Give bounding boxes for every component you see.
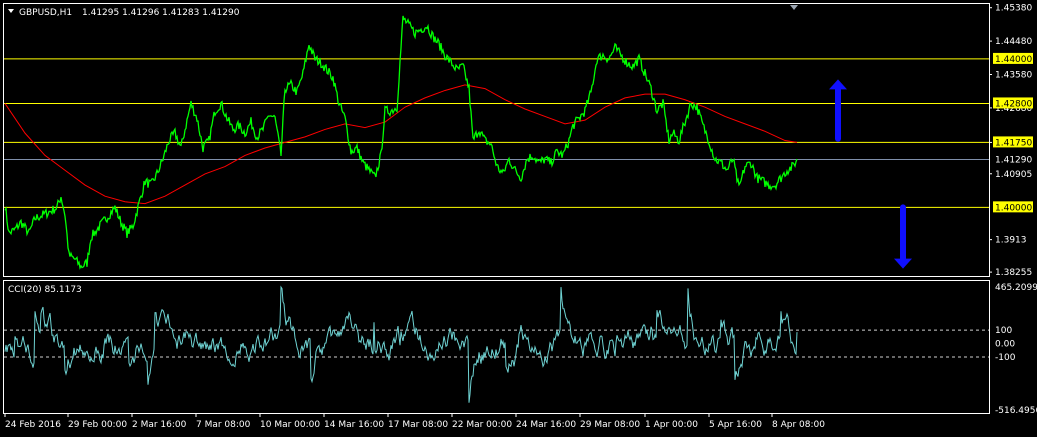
chart-shift-marker[interactable] bbox=[790, 5, 798, 10]
price-tick-label-2: 1.43580 bbox=[995, 71, 1032, 81]
ma-polyline bbox=[4, 84, 798, 205]
current-price-label: 1.41290 bbox=[995, 155, 1032, 165]
cci-tick-label-4: -516.4956 bbox=[995, 406, 1037, 416]
time-tick-label-10: 1 Apr 00:00 bbox=[645, 420, 698, 430]
signal-arrows[interactable] bbox=[829, 79, 912, 269]
cci-line bbox=[4, 285, 798, 403]
time-tick-label-4: 10 Mar 00:00 bbox=[260, 420, 320, 430]
time-tick-label-6: 17 Mar 08:00 bbox=[388, 420, 448, 430]
down-arrow-head bbox=[894, 258, 912, 269]
level-label-1: 1.42800 bbox=[995, 99, 1032, 109]
time-tick-label-5: 14 Mar 16:00 bbox=[324, 420, 384, 430]
price-tick-label-7: 1.38255 bbox=[995, 268, 1032, 278]
price-tick-label-5: 1.40905 bbox=[995, 170, 1032, 180]
price-polyline bbox=[4, 15, 798, 270]
symbol-menu-icon[interactable] bbox=[8, 9, 14, 13]
cci-tick-label-0: 465.2099 bbox=[995, 283, 1037, 293]
time-tick-label-7: 22 Mar 00:00 bbox=[452, 420, 512, 430]
time-tick-label-11: 5 Apr 16:00 bbox=[709, 420, 762, 430]
cci-tick-label-2: 0.00 bbox=[995, 340, 1015, 350]
cci-panel-frame bbox=[3, 280, 990, 414]
time-tick-label-1: 29 Feb 00:00 bbox=[68, 420, 127, 430]
price-axis: 1.453801.444801.435801.426801.417501.409… bbox=[989, 4, 1033, 278]
cci-title: CCI(20) 85.1173 bbox=[8, 285, 82, 295]
up-arrow-head bbox=[829, 79, 847, 90]
time-tick-label-9: 29 Mar 08:00 bbox=[580, 420, 640, 430]
level-label-3: 1.40000 bbox=[995, 203, 1032, 213]
cci-polyline bbox=[4, 285, 798, 403]
time-tick-label-8: 24 Mar 16:00 bbox=[516, 420, 576, 430]
time-tick-label-2: 2 Mar 16:00 bbox=[132, 420, 187, 430]
price-panel-frame bbox=[3, 3, 990, 277]
horizontal-levels[interactable] bbox=[4, 58, 989, 208]
chart-canvas[interactable]: 1.453801.444801.435801.426801.417501.409… bbox=[0, 0, 1037, 437]
time-tick-label-0: 24 Feb 2016 bbox=[5, 420, 61, 430]
price-tick-label-6: 1.3913 bbox=[995, 236, 1027, 246]
time-tick-label-3: 7 Mar 08:00 bbox=[196, 420, 251, 430]
moving-average-line bbox=[4, 84, 798, 205]
price-tick-label-1: 1.44480 bbox=[995, 37, 1032, 47]
cci-tick-label-1: 100 bbox=[995, 326, 1012, 336]
price-tick-label-0: 1.45380 bbox=[995, 4, 1032, 14]
time-tick-label-12: 8 Apr 08:00 bbox=[772, 420, 825, 430]
level-label-2: 1.41750 bbox=[995, 138, 1032, 148]
cci-axis: 465.2099 100 0.00 -100 -516.4956 bbox=[995, 283, 1037, 416]
cci-tick-label-3: -100 bbox=[995, 353, 1016, 363]
symbol-title: GBPUSD,H1 bbox=[19, 8, 72, 18]
time-axis: 24 Feb 2016 29 Feb 00:00 2 Mar 16:00 7 Mar … bbox=[4, 413, 825, 430]
level-label-0: 1.44000 bbox=[995, 55, 1032, 65]
price-line bbox=[4, 15, 798, 270]
ohlc-values: 1.41295 1.41296 1.41283 1.41290 bbox=[82, 8, 240, 18]
